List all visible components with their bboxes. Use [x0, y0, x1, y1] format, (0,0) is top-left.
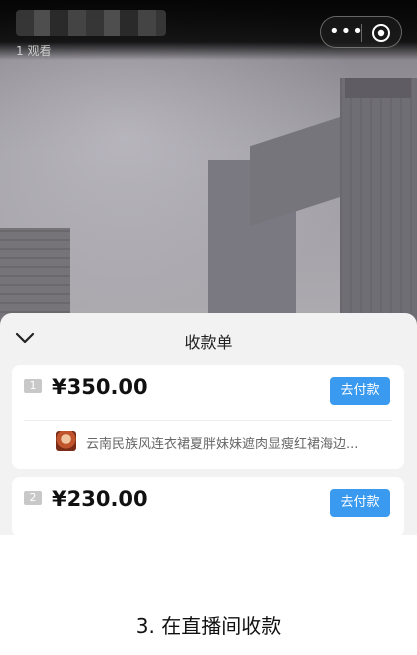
step-caption: 3. 在直播间收款 — [135, 614, 282, 638]
sheet-title: 收款单 — [184, 333, 233, 352]
order-index: 2 — [24, 491, 42, 505]
order-amount: ¥350.00 — [52, 375, 148, 399]
building-tower-right — [340, 78, 417, 340]
order-card: 2 ¥230.00 去付款 — [12, 477, 404, 535]
order-card: 1 ¥350.00 去付款 云南民族风连衣裙夏胖妹妹遮肉显瘦红裙海边... — [12, 365, 404, 469]
payment-sheet: 收款单 1 ¥350.00 去付款 云南民族风连衣裙夏胖妹妹遮肉显瘦红裙海边..… — [0, 313, 417, 535]
pay-button[interactable]: 去付款 — [330, 377, 390, 405]
product-thumbnail[interactable] — [56, 431, 76, 451]
mini-program-capsule: ••• — [320, 16, 402, 48]
viewer-count: 1 观看 — [16, 44, 52, 58]
blurred-streamer-name — [16, 10, 166, 36]
order-index: 1 — [24, 379, 42, 393]
sheet-header: 收款单 — [0, 313, 417, 363]
order-amount: ¥230.00 — [52, 487, 148, 511]
pay-button[interactable]: 去付款 — [330, 489, 390, 517]
product-title[interactable]: 云南民族风连衣裙夏胖妹妹遮肉显瘦红裙海边... — [86, 433, 388, 452]
top-bar: 1 观看 ••• — [0, 0, 417, 60]
capsule-divider — [361, 24, 362, 42]
target-close-icon[interactable] — [371, 23, 391, 43]
phone-screen: 1 观看 ••• 收款单 1 ¥350.00 去付款 云南民族风连衣裙夏胖妹妹遮… — [0, 0, 417, 535]
ellipsis-icon[interactable]: ••• — [329, 22, 363, 42]
divider — [24, 420, 392, 421]
